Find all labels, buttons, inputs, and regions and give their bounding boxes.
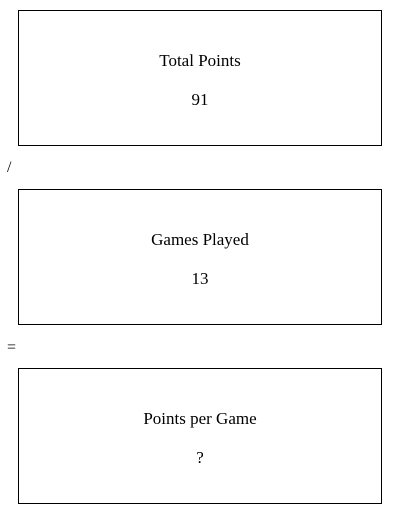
card-value: 91 bbox=[191, 90, 209, 109]
divide-operator: / bbox=[7, 159, 12, 176]
card-value: 13 bbox=[191, 269, 209, 288]
card-title: Points per Game bbox=[143, 409, 257, 428]
card-value: ? bbox=[196, 448, 204, 467]
card-title: Games Played bbox=[151, 230, 249, 249]
games-played-card: Games Played 13 bbox=[18, 189, 382, 325]
card-title: Total Points bbox=[159, 51, 241, 70]
total-points-card: Total Points 91 bbox=[18, 10, 382, 146]
equals-operator: = bbox=[7, 339, 17, 356]
points-per-game-card: Points per Game ? bbox=[18, 368, 382, 504]
